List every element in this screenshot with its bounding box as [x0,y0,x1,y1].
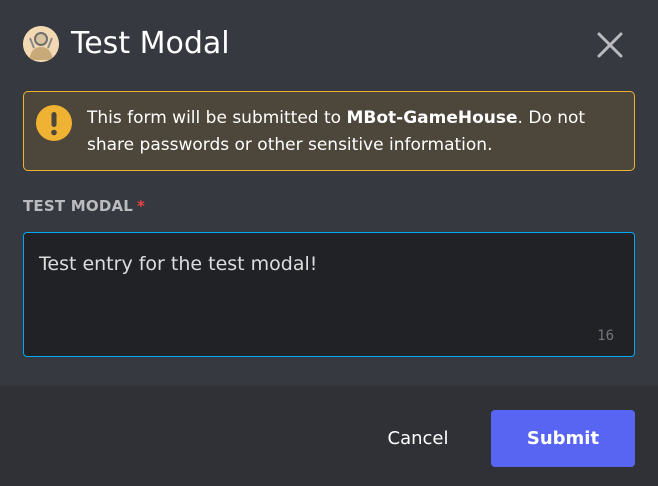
bot-avatar-graphic [23,26,59,62]
submit-button[interactable]: Submit [491,410,635,467]
field-label-text: TEST MODAL [23,197,134,215]
modal: Test Modal This form will be submitted t… [0,0,658,486]
field-label: TEST MODAL * [23,197,145,215]
test-modal-input[interactable]: Test entry for the test modal! [24,233,634,356]
close-icon [597,32,623,58]
required-marker: * [137,197,146,215]
exclamation-icon [36,105,72,141]
warning-text-before: This form will be submitted to [87,108,347,128]
modal-title: Test Modal [71,26,230,61]
character-count: 16 [597,328,614,344]
warning-bot-name: MBot-GameHouse [346,108,518,128]
close-button[interactable] [592,27,628,63]
warning-banner: This form will be submitted to MBot-Game… [23,91,635,171]
warning-text: This form will be submitted to MBot-Game… [87,105,619,159]
text-input-container: Test entry for the test modal! 16 [23,232,635,357]
bot-avatar-icon [23,26,59,62]
modal-header: Test Modal [0,0,658,90]
cancel-button[interactable]: Cancel [370,410,466,466]
